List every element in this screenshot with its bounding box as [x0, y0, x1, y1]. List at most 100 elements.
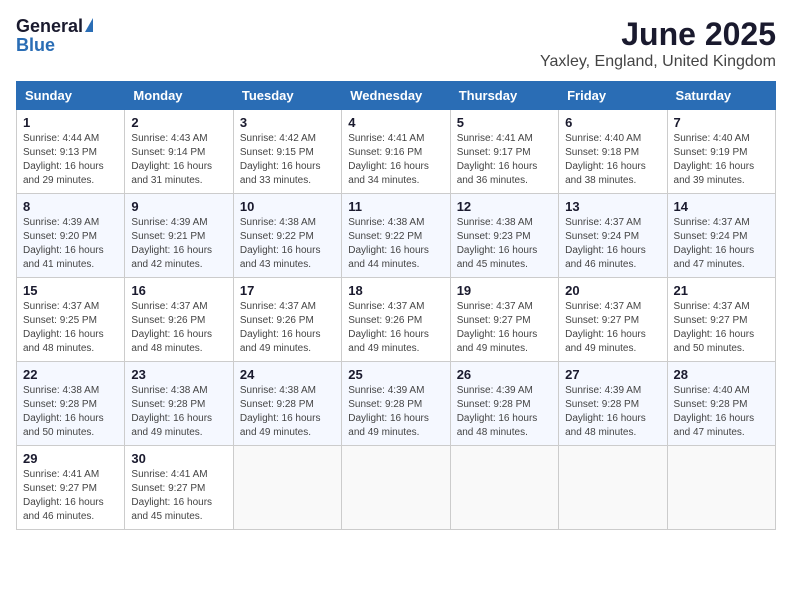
calendar-week-row: 1 Sunrise: 4:44 AMSunset: 9:13 PMDayligh…: [17, 110, 776, 194]
table-row: 17 Sunrise: 4:37 AMSunset: 9:26 PMDaylig…: [233, 278, 341, 362]
table-row: 22 Sunrise: 4:38 AMSunset: 9:28 PMDaylig…: [17, 362, 125, 446]
table-row: 30 Sunrise: 4:41 AMSunset: 9:27 PMDaylig…: [125, 446, 233, 530]
table-row: 21 Sunrise: 4:37 AMSunset: 9:27 PMDaylig…: [667, 278, 775, 362]
day-info: Sunrise: 4:40 AMSunset: 9:19 PMDaylight:…: [674, 132, 769, 188]
table-row: 4 Sunrise: 4:41 AMSunset: 9:16 PMDayligh…: [342, 110, 450, 194]
day-number: 26: [457, 367, 552, 382]
day-number: 9: [131, 199, 226, 214]
table-row: 12 Sunrise: 4:38 AMSunset: 9:23 PMDaylig…: [450, 194, 558, 278]
calendar-week-row: 15 Sunrise: 4:37 AMSunset: 9:25 PMDaylig…: [17, 278, 776, 362]
day-info: Sunrise: 4:39 AMSunset: 9:28 PMDaylight:…: [565, 384, 660, 440]
table-row: 9 Sunrise: 4:39 AMSunset: 9:21 PMDayligh…: [125, 194, 233, 278]
day-number: 6: [565, 115, 660, 130]
day-info: Sunrise: 4:41 AMSunset: 9:17 PMDaylight:…: [457, 132, 552, 188]
day-info: Sunrise: 4:38 AMSunset: 9:28 PMDaylight:…: [131, 384, 226, 440]
table-row: [559, 446, 667, 530]
day-number: 11: [348, 199, 443, 214]
header-tuesday: Tuesday: [233, 82, 341, 110]
day-info: Sunrise: 4:37 AMSunset: 9:26 PMDaylight:…: [348, 300, 443, 356]
calendar-week-row: 22 Sunrise: 4:38 AMSunset: 9:28 PMDaylig…: [17, 362, 776, 446]
day-info: Sunrise: 4:39 AMSunset: 9:28 PMDaylight:…: [457, 384, 552, 440]
day-info: Sunrise: 4:41 AMSunset: 9:27 PMDaylight:…: [131, 468, 226, 524]
table-row: 16 Sunrise: 4:37 AMSunset: 9:26 PMDaylig…: [125, 278, 233, 362]
day-info: Sunrise: 4:37 AMSunset: 9:24 PMDaylight:…: [674, 216, 769, 272]
table-row: 25 Sunrise: 4:39 AMSunset: 9:28 PMDaylig…: [342, 362, 450, 446]
page-header: General Blue June 2025 Yaxley, England, …: [16, 16, 776, 71]
day-info: Sunrise: 4:37 AMSunset: 9:25 PMDaylight:…: [23, 300, 118, 356]
day-number: 29: [23, 451, 118, 466]
table-row: 8 Sunrise: 4:39 AMSunset: 9:20 PMDayligh…: [17, 194, 125, 278]
table-row: 26 Sunrise: 4:39 AMSunset: 9:28 PMDaylig…: [450, 362, 558, 446]
day-number: 13: [565, 199, 660, 214]
header-friday: Friday: [559, 82, 667, 110]
table-row: [667, 446, 775, 530]
day-number: 28: [674, 367, 769, 382]
day-info: Sunrise: 4:40 AMSunset: 9:28 PMDaylight:…: [674, 384, 769, 440]
logo-general: General: [16, 16, 83, 37]
header-monday: Monday: [125, 82, 233, 110]
table-row: 29 Sunrise: 4:41 AMSunset: 9:27 PMDaylig…: [17, 446, 125, 530]
day-number: 15: [23, 283, 118, 298]
day-number: 10: [240, 199, 335, 214]
table-row: 1 Sunrise: 4:44 AMSunset: 9:13 PMDayligh…: [17, 110, 125, 194]
logo-blue: Blue: [16, 35, 93, 56]
day-number: 7: [674, 115, 769, 130]
logo: General Blue: [16, 16, 93, 56]
day-number: 8: [23, 199, 118, 214]
title-section: June 2025 Yaxley, England, United Kingdo…: [540, 16, 776, 71]
day-info: Sunrise: 4:38 AMSunset: 9:22 PMDaylight:…: [348, 216, 443, 272]
day-info: Sunrise: 4:37 AMSunset: 9:26 PMDaylight:…: [131, 300, 226, 356]
day-number: 22: [23, 367, 118, 382]
table-row: 15 Sunrise: 4:37 AMSunset: 9:25 PMDaylig…: [17, 278, 125, 362]
day-info: Sunrise: 4:41 AMSunset: 9:16 PMDaylight:…: [348, 132, 443, 188]
table-row: 3 Sunrise: 4:42 AMSunset: 9:15 PMDayligh…: [233, 110, 341, 194]
day-number: 21: [674, 283, 769, 298]
day-number: 18: [348, 283, 443, 298]
day-number: 2: [131, 115, 226, 130]
day-info: Sunrise: 4:39 AMSunset: 9:28 PMDaylight:…: [348, 384, 443, 440]
day-number: 23: [131, 367, 226, 382]
table-row: 28 Sunrise: 4:40 AMSunset: 9:28 PMDaylig…: [667, 362, 775, 446]
day-info: Sunrise: 4:37 AMSunset: 9:27 PMDaylight:…: [457, 300, 552, 356]
day-info: Sunrise: 4:43 AMSunset: 9:14 PMDaylight:…: [131, 132, 226, 188]
table-row: 10 Sunrise: 4:38 AMSunset: 9:22 PMDaylig…: [233, 194, 341, 278]
table-row: [342, 446, 450, 530]
month-title: June 2025: [540, 16, 776, 53]
table-row: 13 Sunrise: 4:37 AMSunset: 9:24 PMDaylig…: [559, 194, 667, 278]
day-number: 17: [240, 283, 335, 298]
day-info: Sunrise: 4:38 AMSunset: 9:28 PMDaylight:…: [240, 384, 335, 440]
day-number: 27: [565, 367, 660, 382]
table-row: 5 Sunrise: 4:41 AMSunset: 9:17 PMDayligh…: [450, 110, 558, 194]
table-row: 11 Sunrise: 4:38 AMSunset: 9:22 PMDaylig…: [342, 194, 450, 278]
day-info: Sunrise: 4:39 AMSunset: 9:21 PMDaylight:…: [131, 216, 226, 272]
header-saturday: Saturday: [667, 82, 775, 110]
day-info: Sunrise: 4:37 AMSunset: 9:27 PMDaylight:…: [674, 300, 769, 356]
day-number: 14: [674, 199, 769, 214]
day-info: Sunrise: 4:37 AMSunset: 9:24 PMDaylight:…: [565, 216, 660, 272]
calendar-week-row: 8 Sunrise: 4:39 AMSunset: 9:20 PMDayligh…: [17, 194, 776, 278]
table-row: 2 Sunrise: 4:43 AMSunset: 9:14 PMDayligh…: [125, 110, 233, 194]
logo-arrow-icon: [85, 18, 93, 32]
day-info: Sunrise: 4:44 AMSunset: 9:13 PMDaylight:…: [23, 132, 118, 188]
table-row: 7 Sunrise: 4:40 AMSunset: 9:19 PMDayligh…: [667, 110, 775, 194]
day-number: 16: [131, 283, 226, 298]
day-number: 12: [457, 199, 552, 214]
day-info: Sunrise: 4:39 AMSunset: 9:20 PMDaylight:…: [23, 216, 118, 272]
table-row: 20 Sunrise: 4:37 AMSunset: 9:27 PMDaylig…: [559, 278, 667, 362]
day-number: 25: [348, 367, 443, 382]
day-info: Sunrise: 4:38 AMSunset: 9:23 PMDaylight:…: [457, 216, 552, 272]
header-thursday: Thursday: [450, 82, 558, 110]
table-row: 23 Sunrise: 4:38 AMSunset: 9:28 PMDaylig…: [125, 362, 233, 446]
table-row: [233, 446, 341, 530]
day-number: 1: [23, 115, 118, 130]
day-info: Sunrise: 4:41 AMSunset: 9:27 PMDaylight:…: [23, 468, 118, 524]
day-info: Sunrise: 4:38 AMSunset: 9:28 PMDaylight:…: [23, 384, 118, 440]
day-number: 24: [240, 367, 335, 382]
table-row: 18 Sunrise: 4:37 AMSunset: 9:26 PMDaylig…: [342, 278, 450, 362]
location-title: Yaxley, England, United Kingdom: [540, 53, 776, 71]
day-number: 3: [240, 115, 335, 130]
day-info: Sunrise: 4:40 AMSunset: 9:18 PMDaylight:…: [565, 132, 660, 188]
day-info: Sunrise: 4:37 AMSunset: 9:27 PMDaylight:…: [565, 300, 660, 356]
calendar-table: Sunday Monday Tuesday Wednesday Thursday…: [16, 81, 776, 530]
day-info: Sunrise: 4:42 AMSunset: 9:15 PMDaylight:…: [240, 132, 335, 188]
